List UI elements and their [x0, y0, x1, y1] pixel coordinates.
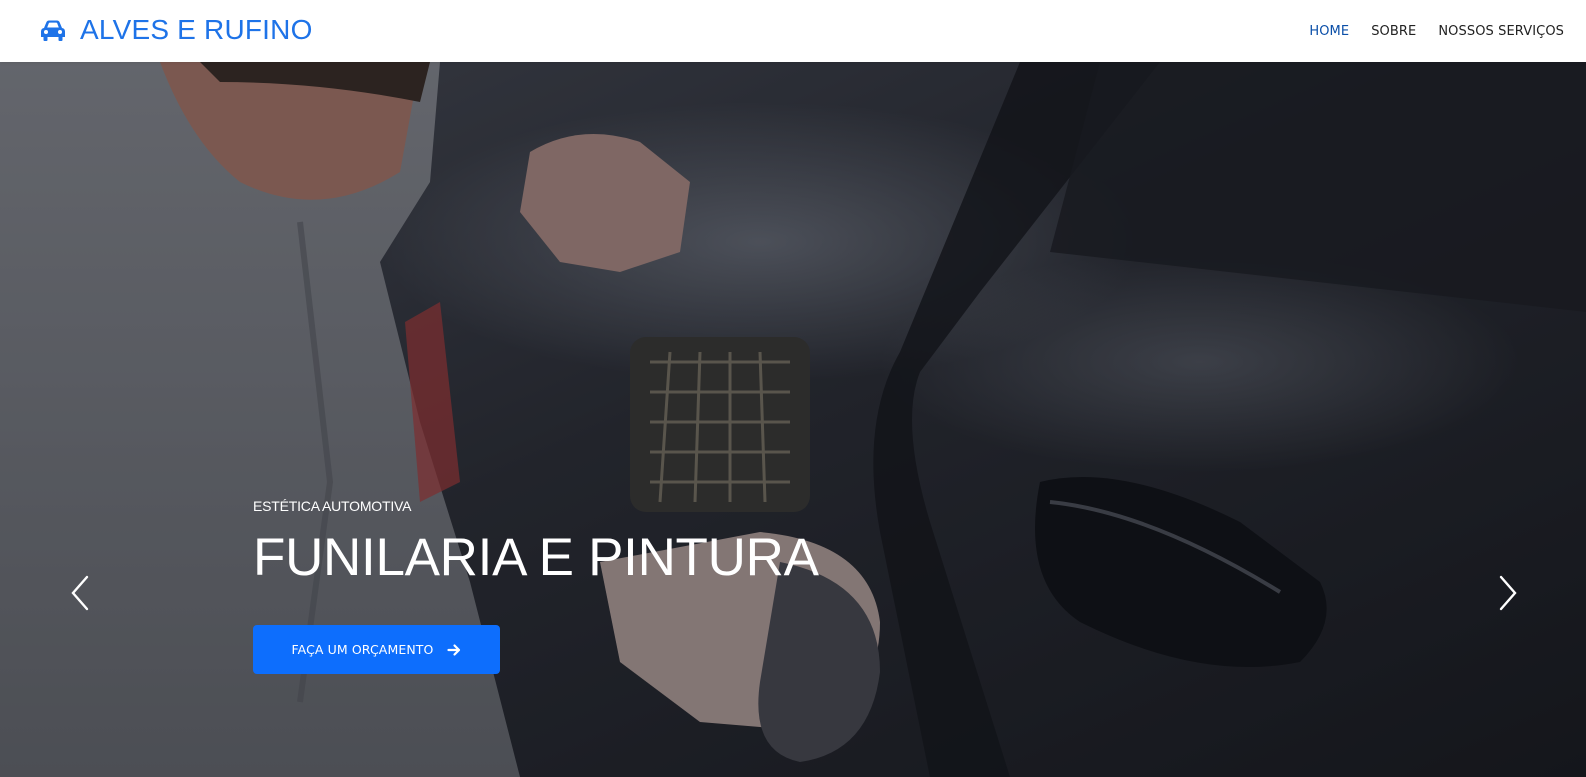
arrow-right-icon [447, 643, 461, 657]
hero-headline: FUNILARIA E PINTURA [253, 528, 819, 587]
brand-link[interactable]: ALVES E RUFINO [38, 14, 313, 46]
carousel-prev-button[interactable] [60, 570, 100, 620]
chevron-left-icon [69, 575, 91, 616]
main-nav: HOME SOBRE NOSSOS SERVIÇOS [1287, 0, 1564, 62]
hero-eyebrow: ESTÉTICA AUTOMOTIVA [253, 498, 412, 514]
chevron-right-icon [1497, 575, 1519, 616]
request-quote-label: FAÇA UM ORÇAMENTO [291, 642, 434, 657]
request-quote-button[interactable]: FAÇA UM ORÇAMENTO [253, 625, 500, 674]
carousel-next-button[interactable] [1488, 570, 1528, 620]
brand-name: ALVES E RUFINO [80, 14, 313, 45]
nav-home[interactable]: HOME [1309, 24, 1349, 39]
hero-carousel: ESTÉTICA AUTOMOTIVA FUNILARIA E PINTURA … [0, 62, 1586, 777]
car-icon [38, 15, 68, 45]
navbar: ALVES E RUFINO HOME SOBRE NOSSOS SERVIÇO… [0, 0, 1586, 62]
nav-nossos-servicos[interactable]: NOSSOS SERVIÇOS [1438, 24, 1564, 39]
hero-caption: ESTÉTICA AUTOMOTIVA FUNILARIA E PINTURA … [253, 498, 819, 674]
nav-sobre[interactable]: SOBRE [1371, 24, 1416, 39]
